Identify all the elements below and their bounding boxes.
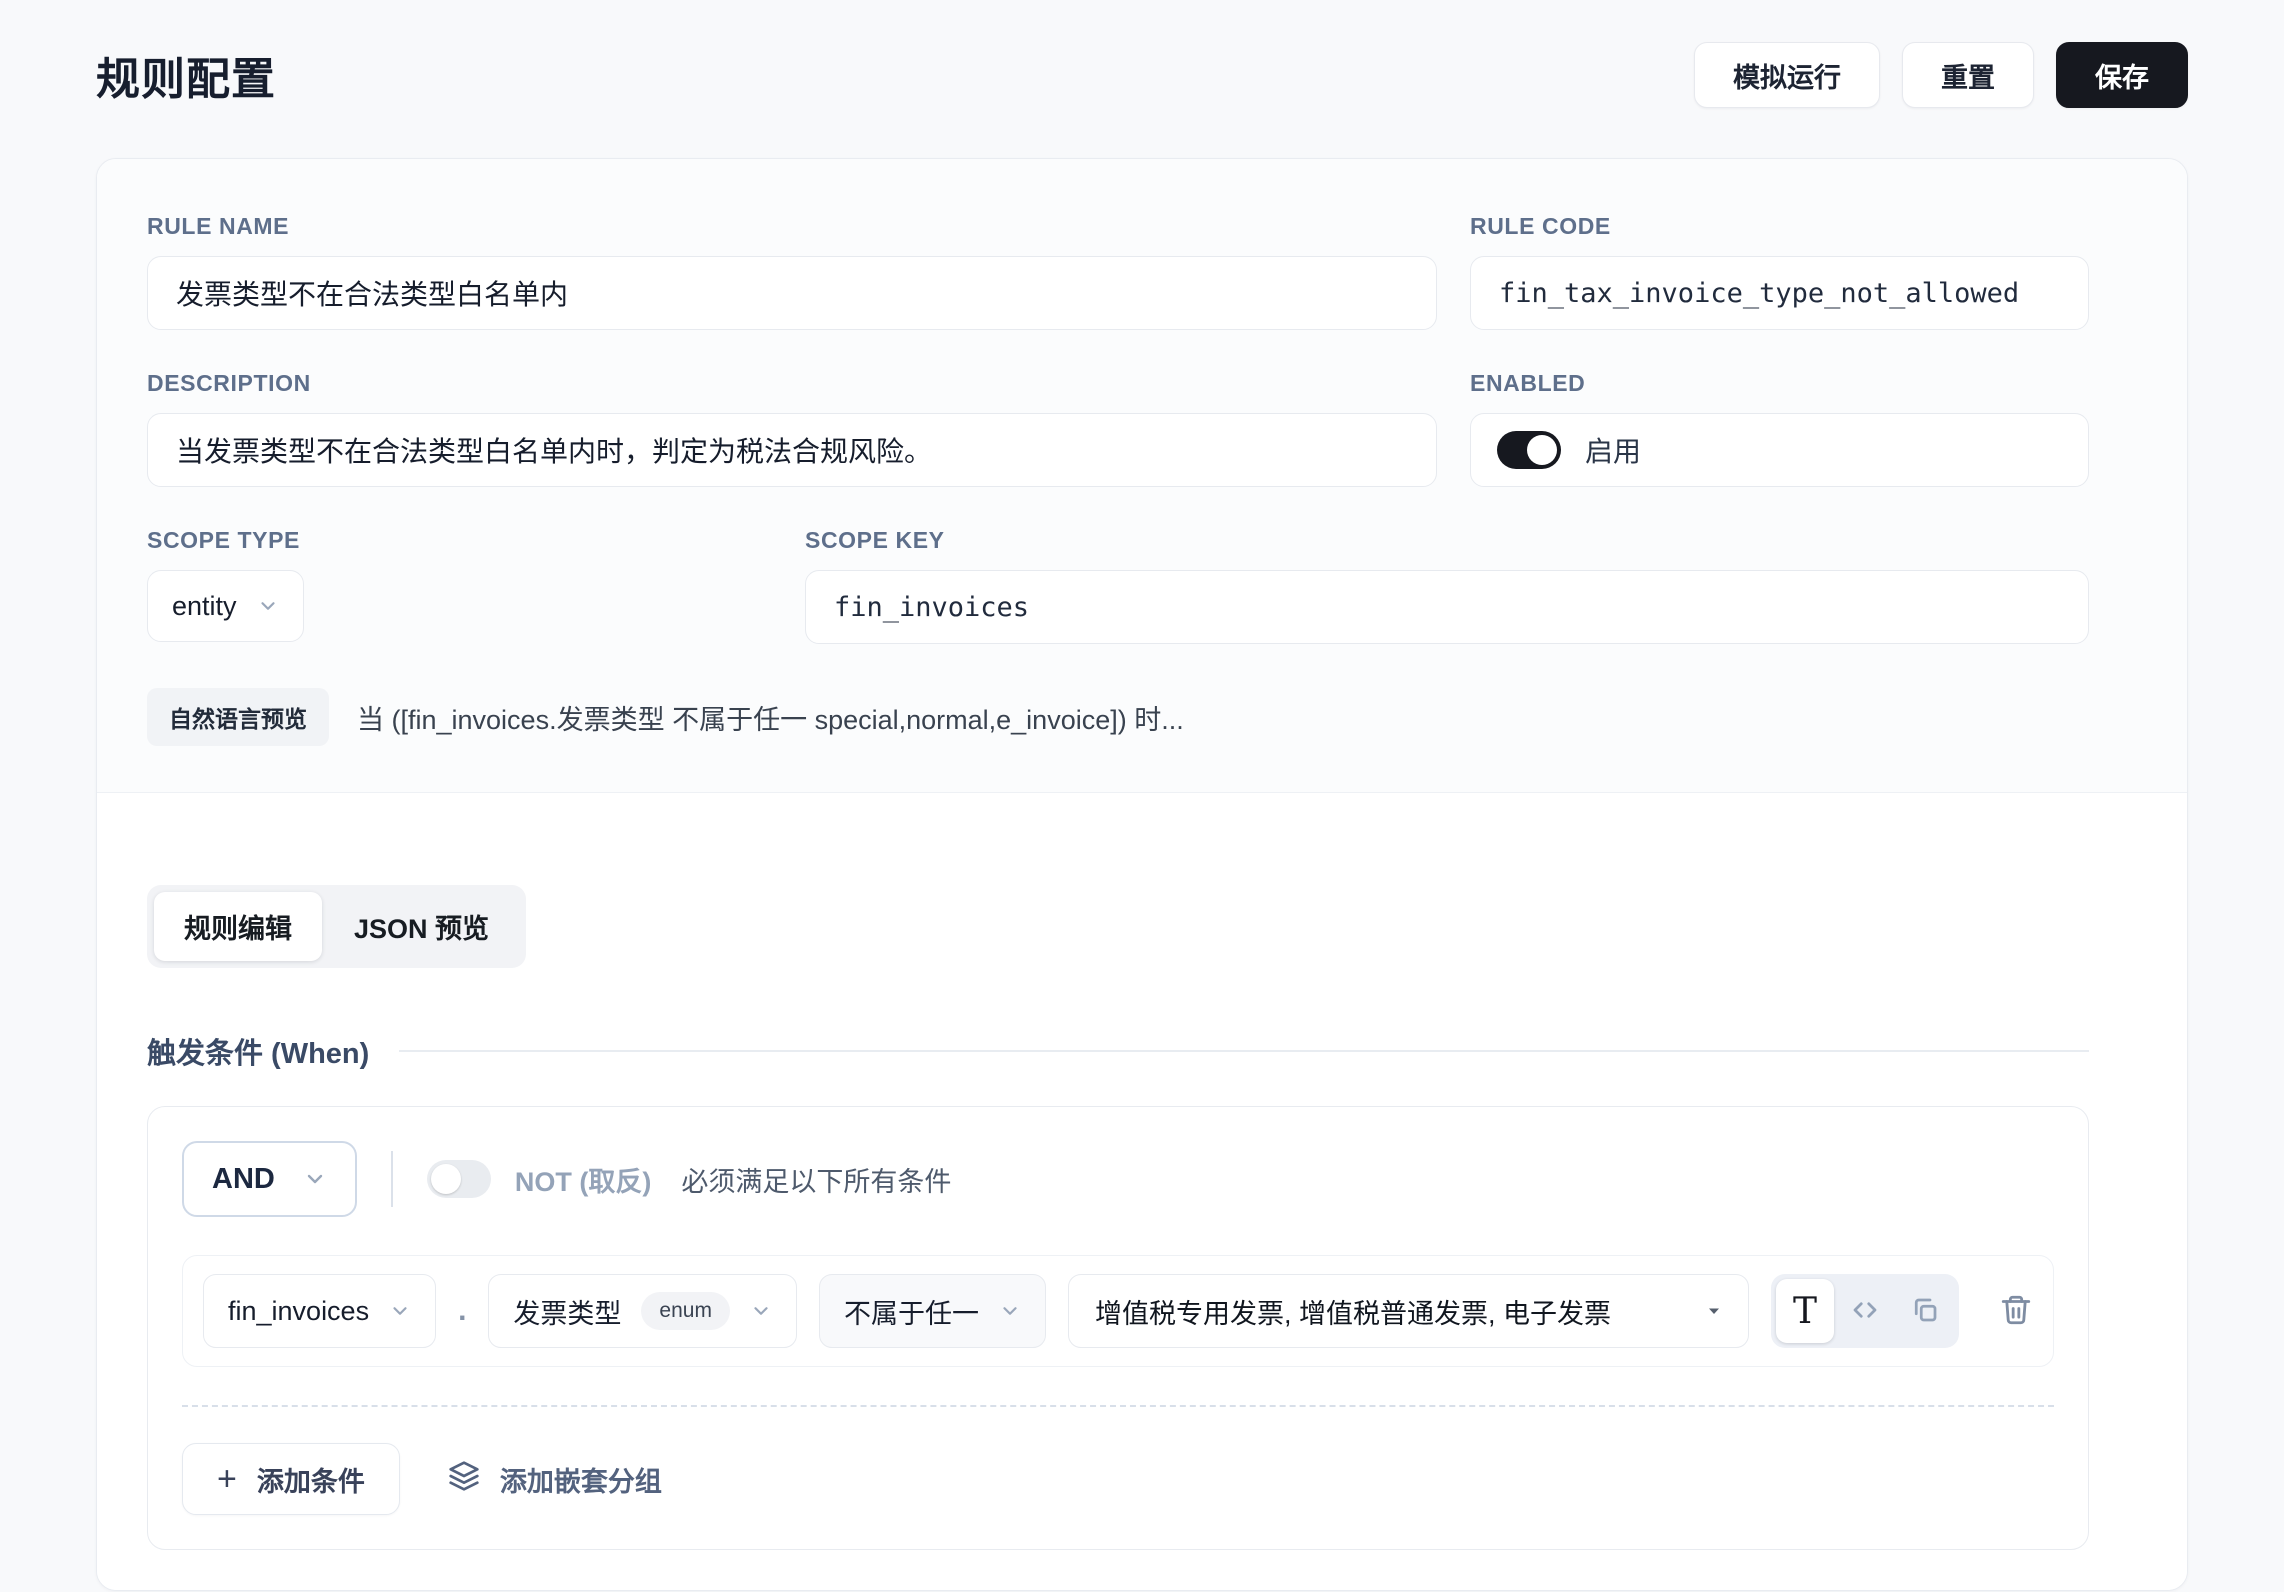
dot-separator: . bbox=[458, 1294, 466, 1328]
dashed-divider bbox=[182, 1405, 2054, 1407]
natural-language-preview: 自然语言预览 当 ([fin_invoices.发票类型 不属于任一 speci… bbox=[147, 688, 2089, 746]
value-select[interactable]: 增值税专用发票, 增值税普通发票, 电子发票 bbox=[1068, 1274, 1749, 1348]
chevron-down-icon bbox=[389, 1300, 411, 1322]
field-select[interactable]: 发票类型 enum bbox=[488, 1274, 797, 1348]
not-label: NOT (取反) bbox=[515, 1160, 651, 1199]
dropdown-triangle-icon bbox=[1706, 1303, 1722, 1319]
mode-code-button[interactable] bbox=[1836, 1279, 1894, 1343]
rule-code-input[interactable] bbox=[1470, 256, 2089, 330]
tab-rule-editor[interactable]: 规则编辑 bbox=[154, 892, 322, 961]
chevron-down-icon bbox=[999, 1300, 1021, 1322]
chevron-down-icon bbox=[303, 1167, 327, 1191]
reset-button[interactable]: 重置 bbox=[1902, 42, 2034, 108]
condition-group-header: AND NOT (取反) 必须满足以下所有条件 bbox=[182, 1141, 2054, 1217]
layers-icon bbox=[448, 1460, 480, 1499]
group-actions: + 添加条件 添加嵌套分组 bbox=[182, 1443, 2054, 1515]
toggle-knob bbox=[1527, 435, 1557, 465]
chevron-down-icon bbox=[257, 595, 279, 617]
mode-copy-button[interactable] bbox=[1896, 1279, 1954, 1343]
rule-name-input[interactable] bbox=[147, 256, 1437, 330]
scope-type-value: entity bbox=[172, 591, 237, 622]
copy-icon bbox=[1910, 1295, 1940, 1328]
chevron-down-icon bbox=[750, 1300, 772, 1322]
toggle-knob bbox=[431, 1164, 461, 1194]
rule-code-field-group: RULE CODE bbox=[1470, 213, 2089, 330]
scope-type-field-group: SCOPE TYPE entity bbox=[147, 527, 805, 644]
scope-type-label: SCOPE TYPE bbox=[147, 527, 805, 554]
rule-editor-section: 规则编辑 JSON 预览 触发条件 (When) AND NOT (取反) 必须… bbox=[97, 793, 2187, 1590]
description-field-group: DESCRIPTION bbox=[147, 370, 1437, 487]
nl-preview-badge: 自然语言预览 bbox=[147, 688, 329, 746]
editor-tabs: 规则编辑 JSON 预览 bbox=[147, 885, 526, 968]
code-icon bbox=[1850, 1295, 1880, 1328]
plus-icon: + bbox=[217, 1462, 237, 1496]
group-hint-text: 必须满足以下所有条件 bbox=[681, 1160, 951, 1199]
rule-code-label: RULE CODE bbox=[1470, 213, 2089, 240]
entity-value: fin_invoices bbox=[228, 1296, 369, 1327]
group-operator-select[interactable]: AND bbox=[182, 1141, 357, 1217]
nl-preview-text: 当 ([fin_invoices.发票类型 不属于任一 special,norm… bbox=[357, 698, 1184, 737]
when-divider bbox=[399, 1050, 2089, 1052]
page-title: 规则配置 bbox=[96, 43, 276, 107]
add-nested-group-label: 添加嵌套分组 bbox=[500, 1460, 662, 1499]
scope-key-input[interactable] bbox=[805, 570, 2089, 644]
add-nested-group-button[interactable]: 添加嵌套分组 bbox=[448, 1460, 662, 1499]
rule-meta-form: RULE NAME RULE CODE DESCRIPTION ENABLED … bbox=[97, 159, 2187, 793]
enabled-field-group: ENABLED 启用 bbox=[1470, 370, 2089, 487]
enabled-state-label: 启用 bbox=[1585, 430, 1641, 470]
scope-key-label: SCOPE KEY bbox=[805, 527, 2089, 554]
condition-row: fin_invoices . 发票类型 enum 不属于任一 bbox=[182, 1255, 2054, 1367]
add-condition-button[interactable]: + 添加条件 bbox=[182, 1443, 400, 1515]
scope-type-select[interactable]: entity bbox=[147, 570, 304, 642]
field-value: 发票类型 bbox=[513, 1292, 621, 1331]
field-type-badge: enum bbox=[641, 1292, 730, 1330]
vertical-divider bbox=[391, 1151, 393, 1207]
when-section-header: 触发条件 (When) bbox=[147, 1030, 2089, 1072]
operator-select[interactable]: 不属于任一 bbox=[819, 1274, 1046, 1348]
scope-key-field-group: SCOPE KEY bbox=[805, 527, 2089, 644]
tab-json-preview[interactable]: JSON 预览 bbox=[324, 892, 519, 961]
delete-condition-button[interactable] bbox=[1999, 1293, 2033, 1330]
rule-name-field-group: RULE NAME bbox=[147, 213, 1437, 330]
page-header: 规则配置 模拟运行 重置 保存 bbox=[0, 0, 2284, 108]
save-button[interactable]: 保存 bbox=[2056, 42, 2188, 108]
rule-name-label: RULE NAME bbox=[147, 213, 1437, 240]
enabled-label: ENABLED bbox=[1470, 370, 2089, 397]
when-heading: 触发条件 (When) bbox=[147, 1030, 369, 1072]
description-input[interactable] bbox=[147, 413, 1437, 487]
not-toggle[interactable] bbox=[427, 1160, 491, 1198]
add-condition-label: 添加条件 bbox=[257, 1460, 365, 1499]
description-label: DESCRIPTION bbox=[147, 370, 1437, 397]
enabled-box: 启用 bbox=[1470, 413, 2089, 487]
rule-config-card: RULE NAME RULE CODE DESCRIPTION ENABLED … bbox=[96, 158, 2188, 1591]
operator-value: 不属于任一 bbox=[844, 1292, 979, 1331]
condition-group: AND NOT (取反) 必须满足以下所有条件 fin_invoices bbox=[147, 1106, 2089, 1550]
enabled-toggle[interactable] bbox=[1497, 431, 1561, 469]
mode-text-button[interactable]: T bbox=[1776, 1279, 1834, 1343]
trash-icon bbox=[1999, 1293, 2033, 1330]
group-operator-value: AND bbox=[212, 1163, 275, 1196]
simulate-run-button[interactable]: 模拟运行 bbox=[1694, 42, 1880, 108]
entity-select[interactable]: fin_invoices bbox=[203, 1274, 436, 1348]
value-mode-toggle: T bbox=[1771, 1274, 1959, 1348]
header-actions: 模拟运行 重置 保存 bbox=[1694, 42, 2188, 108]
value-text: 增值税专用发票, 增值税普通发票, 电子发票 bbox=[1095, 1292, 1611, 1331]
